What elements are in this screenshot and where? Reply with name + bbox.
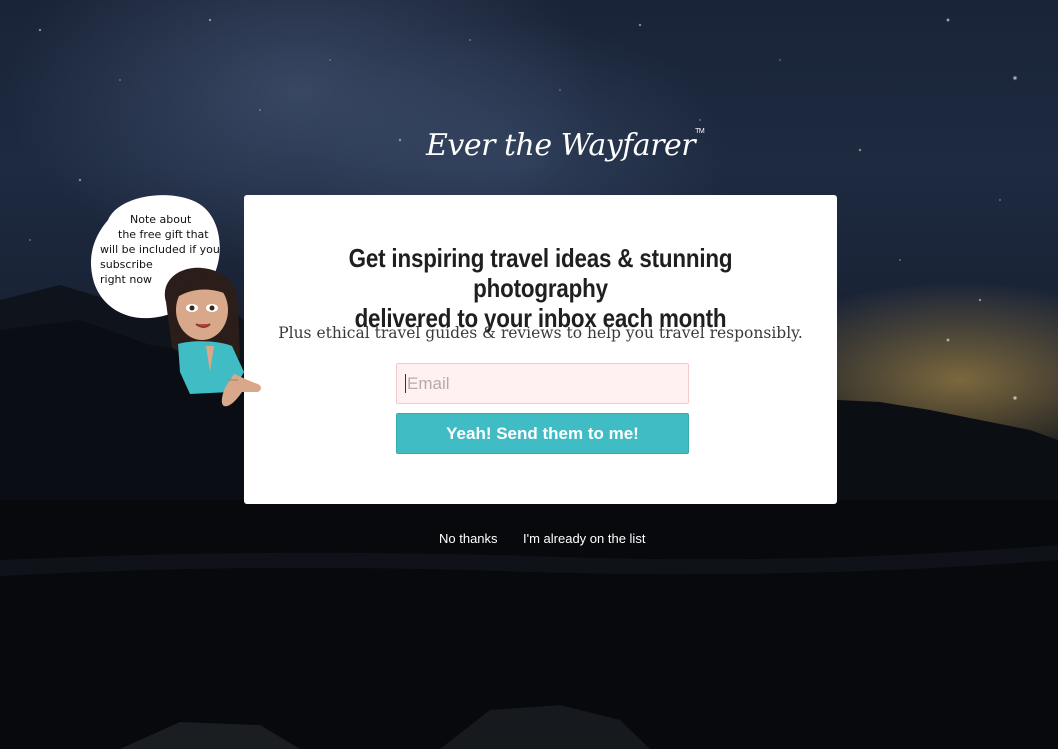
trademark-mark: TM: [695, 128, 705, 135]
bubble-line-3: will be included if you: [100, 243, 220, 256]
subscribe-popup-card: Get inspiring travel ideas & stunning ph…: [244, 195, 837, 504]
already-subscribed-link[interactable]: I'm already on the list: [523, 531, 645, 546]
brand-logo: Ever the WayfarerTM: [426, 128, 705, 163]
bubble-line-1: Note about: [130, 213, 192, 226]
headline-line-1: Get inspiring travel ideas & stunning ph…: [348, 243, 733, 303]
bubble-line-2: the free gift that: [118, 228, 209, 241]
cartoon-woman-pointing-icon: [164, 267, 261, 407]
popup-subheading: Plus ethical travel guides & reviews to …: [278, 324, 803, 342]
subscribe-submit-button[interactable]: Yeah! Send them to me!: [396, 413, 689, 454]
logo-text: Ever the Wayfarer: [426, 128, 696, 163]
text-caret: [405, 374, 406, 393]
email-input[interactable]: [396, 363, 689, 404]
popup-headline: Get inspiring travel ideas & stunning ph…: [286, 243, 796, 333]
popup-secondary-links: No thanks I'm already on the list: [0, 531, 1058, 549]
no-thanks-link[interactable]: No thanks: [439, 531, 498, 546]
